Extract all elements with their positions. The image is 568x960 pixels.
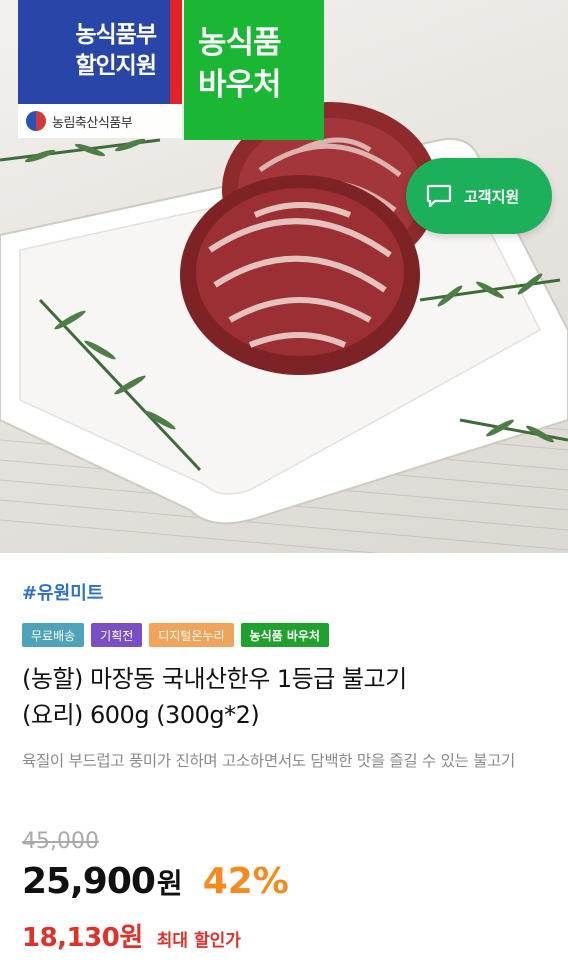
ministry-label: 농림축산식품부	[18, 104, 182, 138]
discount-support-badge: 농식품부 할인지원	[18, 0, 170, 104]
price-unit: 원	[156, 867, 183, 900]
max-discount-price: 18,130원	[22, 923, 143, 953]
price-row: 25,900 원 42%	[22, 861, 289, 902]
original-price: 45,000	[22, 829, 99, 854]
badge-red-stripe	[170, 0, 182, 104]
max-discount-row: 18,130원 최대 할인가	[22, 917, 241, 954]
tag-voucher: 농식품 바우처	[240, 623, 329, 647]
sale-price: 25,900	[22, 861, 156, 902]
product-info: #유원미트 무료배송 기획전 디지털온누리 농식품 바우처 (농할) 마장동 국…	[0, 553, 568, 960]
tag-promotion: 기획전	[91, 623, 143, 647]
chat-bubble-icon	[426, 184, 452, 208]
tag-digital-onnuri: 디지털온누리	[149, 623, 234, 647]
badge-green-line2: 바우처	[198, 67, 282, 103]
customer-support-button[interactable]: 고객지원	[406, 158, 552, 234]
badge-blue-line1: 농식품부	[75, 22, 157, 48]
product-title-line1: (농할) 마장동 국내산한우 1등급 불고기	[22, 665, 407, 693]
product-title-line2: (요리) 600g (300g*2)	[22, 701, 260, 729]
max-discount-label: 최대 할인가	[156, 931, 241, 951]
tag-free-shipping: 무료배송	[22, 623, 85, 647]
product-title: (농할) 마장동 국내산한우 1등급 불고기 (요리) 600g (300g*2…	[22, 661, 552, 733]
seller-link[interactable]: #유원미트	[22, 579, 103, 605]
ministry-name: 농림축산식품부	[52, 115, 133, 131]
product-description: 육질이 부드럽고 풍미가 진하며 고소하면서도 담백한 맛을 즐길 수 있는 불…	[22, 752, 515, 770]
tag-list: 무료배송 기획전 디지털온누리 농식품 바우처	[22, 623, 329, 647]
product-image[interactable]: 농식품부 할인지원 농림축산식품부 농식품 바우처 고객지원	[0, 0, 568, 553]
badge-blue-line2: 할인지원	[75, 53, 157, 79]
badge-green-line1: 농식품	[198, 25, 282, 61]
customer-support-label: 고객지원	[464, 187, 520, 206]
ministry-seal-icon	[26, 111, 46, 131]
voucher-badge: 농식품 바우처	[184, 0, 324, 140]
discount-rate: 42%	[202, 861, 289, 902]
